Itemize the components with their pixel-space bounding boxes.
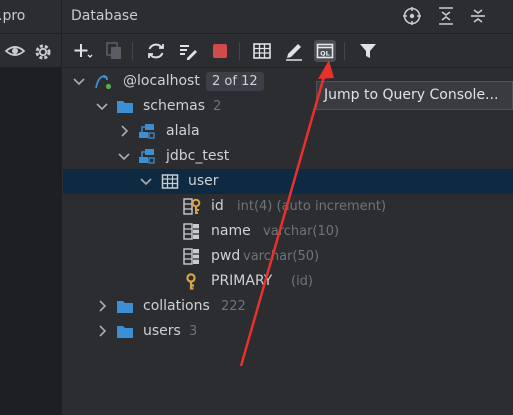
edit-icon[interactable] bbox=[283, 40, 305, 62]
tree-row-collations[interactable]: collations 222 bbox=[63, 294, 513, 319]
column-type: int(4) (auto increment) bbox=[237, 199, 387, 214]
refresh-icon[interactable] bbox=[145, 40, 167, 62]
column-key-icon bbox=[183, 198, 201, 215]
table-icon bbox=[161, 174, 179, 189]
eye-icon[interactable] bbox=[4, 42, 26, 60]
table-icon[interactable] bbox=[251, 40, 273, 62]
schema-count-badge: 2 of 12 bbox=[206, 72, 264, 91]
schema-alala-label: alala bbox=[166, 123, 200, 139]
stop-icon[interactable] bbox=[209, 40, 231, 62]
column-name: id bbox=[211, 198, 224, 214]
add-icon[interactable] bbox=[71, 40, 93, 62]
chevron-down-icon[interactable] bbox=[138, 169, 154, 194]
schema-icon bbox=[139, 149, 155, 164]
column-name: pwd bbox=[211, 248, 241, 264]
toolbar-separator bbox=[239, 42, 240, 60]
project-tool-window: .pro bbox=[0, 0, 62, 415]
column-icon bbox=[183, 248, 199, 265]
key-icon bbox=[186, 273, 196, 290]
chevron-down-icon[interactable] bbox=[94, 94, 110, 119]
datasource-icon bbox=[95, 75, 112, 90]
query-console-icon: QL bbox=[316, 43, 334, 59]
tree-row-schema-alala[interactable]: alala bbox=[63, 119, 513, 144]
query-console-button[interactable]: QL bbox=[314, 40, 336, 62]
schemas-label: schemas bbox=[143, 98, 205, 114]
database-header: Database bbox=[63, 0, 513, 33]
column-name: name bbox=[211, 223, 251, 239]
project-tab-title[interactable]: .pro bbox=[0, 0, 62, 33]
collations-count: 222 bbox=[221, 299, 246, 314]
project-tree-area bbox=[0, 68, 62, 415]
tree-row-primary-key[interactable]: PRIMARY (id) bbox=[63, 269, 513, 294]
schemas-count: 2 bbox=[213, 99, 222, 114]
column-type: varchar(10) bbox=[263, 224, 340, 239]
target-icon[interactable] bbox=[402, 6, 422, 26]
datasource-label: @localhost bbox=[123, 73, 200, 89]
column-icon bbox=[183, 223, 199, 240]
schema-jdbc-test-label: jdbc_test bbox=[166, 148, 230, 164]
collations-label: collations bbox=[143, 298, 210, 314]
folder-icon bbox=[117, 326, 133, 338]
project-toolbar bbox=[0, 33, 62, 68]
filter-icon[interactable] bbox=[357, 40, 379, 62]
chevron-right-icon[interactable] bbox=[94, 294, 110, 319]
database-toolbar: QL bbox=[63, 33, 513, 68]
toolbar-separator bbox=[344, 42, 345, 60]
folder-icon bbox=[117, 101, 133, 113]
expand-all-icon[interactable] bbox=[468, 6, 488, 26]
chevron-right-icon[interactable] bbox=[94, 319, 110, 344]
chevron-down-icon[interactable] bbox=[71, 69, 87, 94]
users-label: users bbox=[143, 323, 181, 339]
tree-row-users[interactable]: users 3 bbox=[63, 319, 513, 344]
folder-icon bbox=[117, 301, 133, 313]
svg-text:QL: QL bbox=[320, 50, 330, 58]
tree-row-column-id[interactable]: id int(4) (auto increment) bbox=[63, 194, 513, 219]
database-tool-window: Database QL @localhost 2 of 12 schemas 2… bbox=[63, 0, 513, 415]
schema-edit-icon[interactable] bbox=[177, 40, 199, 62]
tree-row-column-pwd[interactable]: pwd varchar(50) bbox=[63, 244, 513, 269]
tree-row-column-name[interactable]: name varchar(10) bbox=[63, 219, 513, 244]
column-type: varchar(50) bbox=[243, 249, 320, 264]
database-tree: @localhost 2 of 12 schemas 2 alala jdbc_… bbox=[63, 69, 513, 415]
query-console-tooltip: Jump to Query Console... bbox=[316, 81, 513, 110]
gear-icon[interactable] bbox=[33, 42, 53, 62]
chevron-down-icon[interactable] bbox=[116, 144, 132, 169]
primary-key-label: PRIMARY bbox=[211, 273, 273, 289]
panel-title: Database bbox=[71, 8, 138, 24]
tree-row-table-user[interactable]: user bbox=[63, 169, 513, 194]
table-user-label: user bbox=[188, 173, 219, 189]
copy-icon bbox=[106, 42, 121, 59]
schema-icon bbox=[139, 124, 155, 139]
chevron-right-icon[interactable] bbox=[116, 119, 132, 144]
primary-key-detail: (id) bbox=[291, 274, 314, 289]
toolbar-separator bbox=[132, 42, 133, 60]
users-count: 3 bbox=[189, 324, 198, 339]
collapse-all-icon[interactable] bbox=[436, 6, 456, 26]
tree-row-schema-jdbc-test[interactable]: jdbc_test bbox=[63, 144, 513, 169]
